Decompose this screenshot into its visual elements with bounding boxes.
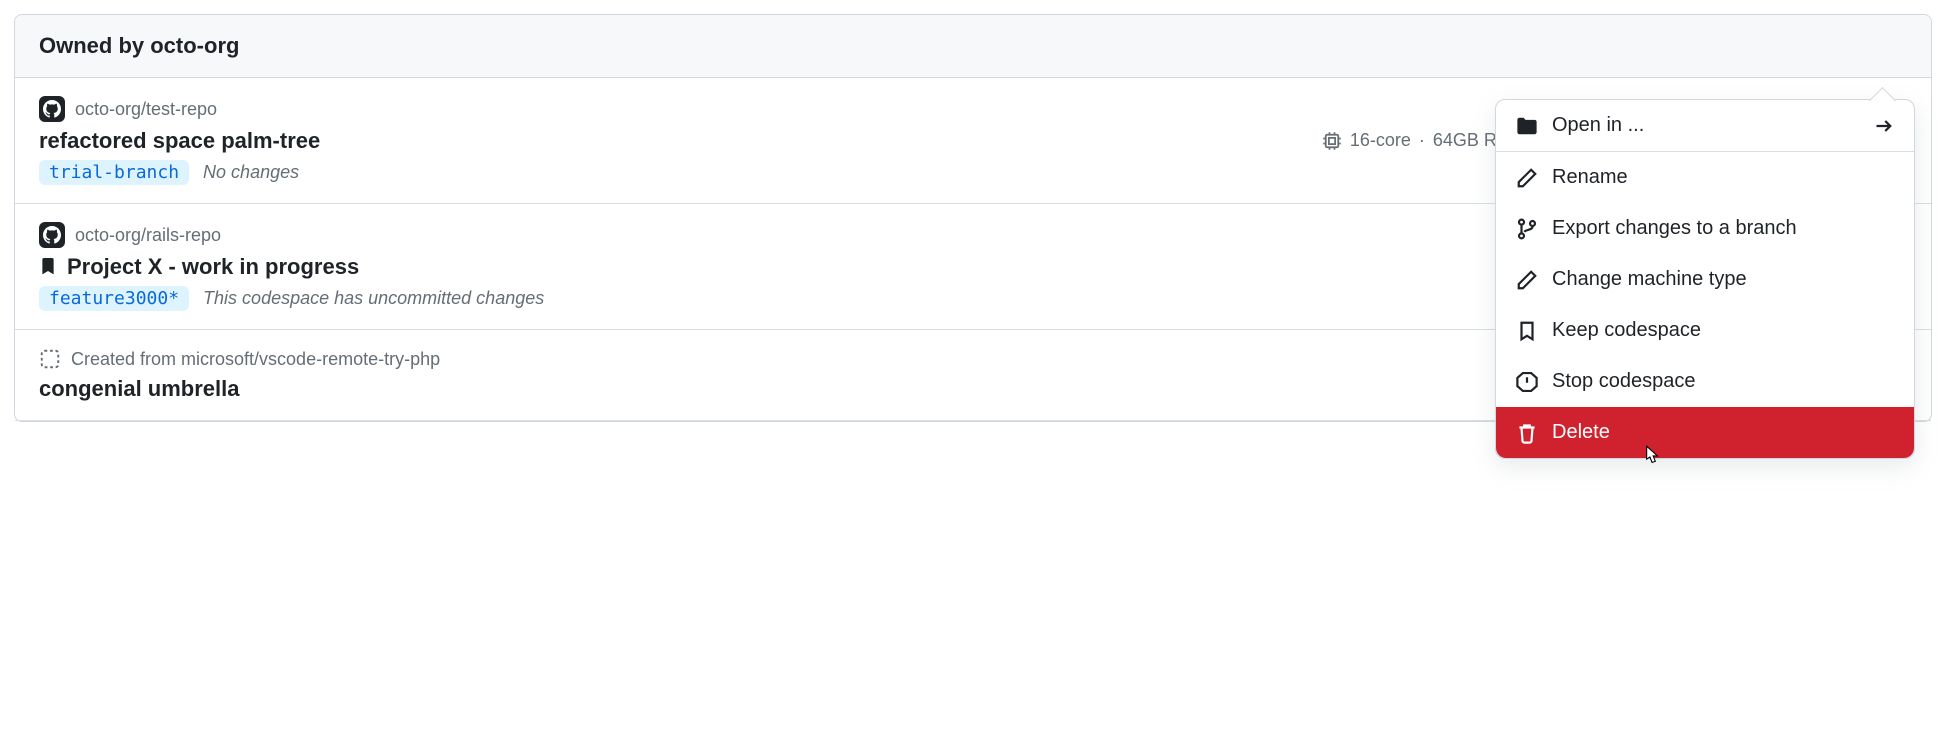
cursor-pointer-icon [1640,444,1662,470]
branch-chip[interactable]: trial-branch [39,160,189,185]
codespace-name-text: Project X - work in progress [67,254,359,280]
codespace-name[interactable]: Project X - work in progress [39,254,544,280]
menu-keep-label: Keep codespace [1552,319,1701,342]
menu-open-in-label: Open in ... [1552,114,1644,137]
trash-icon [1516,422,1538,444]
spec-cpu: 16-core [1350,130,1411,151]
template-icon [39,348,61,370]
menu-open-in[interactable]: Open in ... [1496,100,1914,152]
bookmark-icon [39,256,57,278]
codespace-name[interactable]: congenial umbrella [39,376,440,402]
repo-line: octo-org/test-repo [39,96,320,122]
row-left: Created from microsoft/vscode-remote-try… [39,348,440,402]
menu-rename[interactable]: Rename [1496,152,1914,203]
github-icon [39,222,65,248]
codespace-actions-menu: Open in ... Rename Export changes to a b… [1495,99,1915,459]
row-left: octo-org/test-repo refactored space palm… [39,96,320,185]
menu-keep-codespace[interactable]: Keep codespace [1496,305,1914,356]
repo-name[interactable]: octo-org/test-repo [75,99,217,120]
codespace-name-text: refactored space palm-tree [39,128,320,154]
github-icon [39,96,65,122]
menu-export-label: Export changes to a branch [1552,217,1797,240]
menu-delete-label: Delete [1552,421,1610,444]
codespace-name[interactable]: refactored space palm-tree [39,128,320,154]
cpu-icon [1322,131,1342,151]
repo-line: Created from microsoft/vscode-remote-try… [39,348,440,370]
menu-change-machine-label: Change machine type [1552,268,1747,291]
menu-export-branch[interactable]: Export changes to a branch [1496,203,1914,254]
codespaces-panel: Owned by octo-org octo-org/test-repo ref… [14,14,1932,422]
repo-name[interactable]: octo-org/rails-repo [75,225,221,246]
pencil-icon [1516,167,1538,189]
git-branch-icon [1516,218,1538,240]
pencil-icon [1516,269,1538,291]
menu-delete[interactable]: Delete [1496,407,1914,458]
template-text: Created from microsoft/vscode-remote-try… [71,349,440,370]
branch-line: feature3000* This codespace has uncommit… [39,286,544,311]
codespace-name-text: congenial umbrella [39,376,240,402]
branch-chip[interactable]: feature3000* [39,286,189,311]
repo-line: octo-org/rails-repo [39,222,544,248]
menu-stop-label: Stop codespace [1552,370,1695,393]
panel-header: Owned by octo-org [15,15,1931,78]
bookmark-outline-icon [1516,320,1538,342]
branch-status: This codespace has uncommitted changes [203,288,544,309]
arrow-right-icon [1874,116,1894,136]
row-left: octo-org/rails-repo Project X - work in … [39,222,544,311]
menu-rename-label: Rename [1552,166,1628,189]
separator-dot: · [1419,130,1425,151]
panel-title: Owned by octo-org [39,33,239,58]
stop-icon [1516,371,1538,393]
menu-stop-codespace[interactable]: Stop codespace [1496,356,1914,407]
folder-icon [1516,115,1538,137]
branch-status: No changes [203,162,299,183]
menu-change-machine[interactable]: Change machine type [1496,254,1914,305]
branch-line: trial-branch No changes [39,160,320,185]
